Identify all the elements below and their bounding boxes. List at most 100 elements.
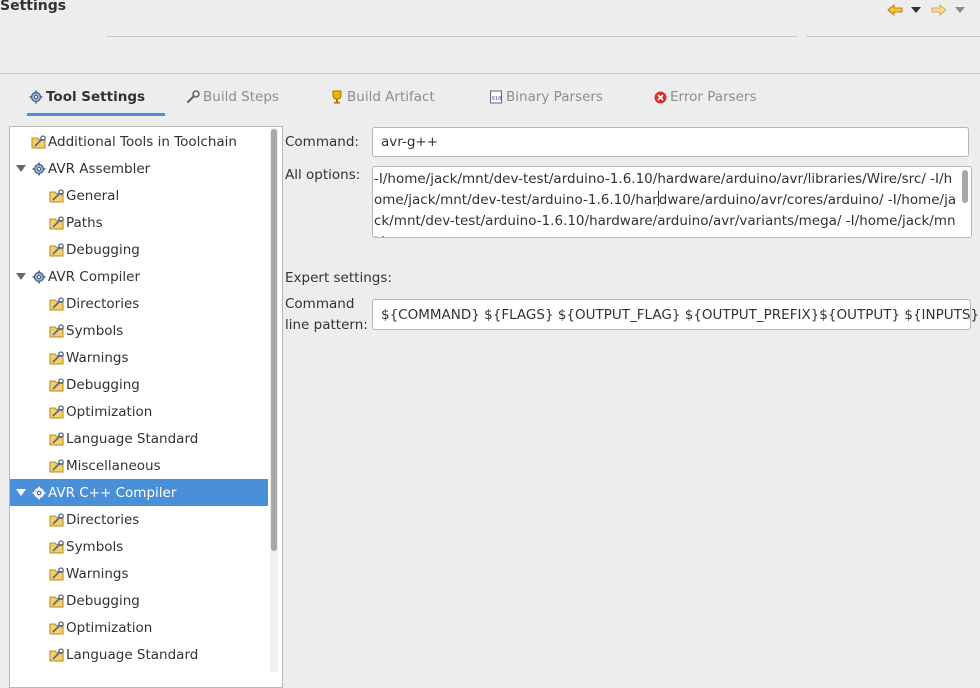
settings-tree[interactable]: Additional Tools in Toolchain AVR Assembl… bbox=[9, 126, 283, 688]
tree-item-label: Language Standard bbox=[66, 646, 199, 663]
tree-item-additional-tools-in-toolchain[interactable]: Additional Tools in Toolchain bbox=[10, 128, 268, 155]
tab-label: Binary Parsers bbox=[506, 89, 603, 105]
tree-item-label: Miscellaneous bbox=[66, 457, 161, 474]
settings-page-icon bbox=[31, 134, 47, 150]
settings-page-icon bbox=[49, 620, 65, 636]
settings-page-icon bbox=[49, 593, 65, 609]
tree-item-label: Debugging bbox=[66, 376, 140, 393]
tree-item-avr-c-compiler[interactable]: AVR C++ Compiler bbox=[10, 479, 268, 506]
separator bbox=[0, 73, 980, 74]
tree-item-general[interactable]: General bbox=[10, 182, 268, 209]
tree-item-label: Debugging bbox=[66, 592, 140, 609]
tree-item-optimization[interactable]: Optimization bbox=[10, 398, 268, 425]
settings-page-icon bbox=[49, 323, 65, 339]
tree-item-label: Additional Tools in Toolchain bbox=[48, 133, 237, 150]
tree-item-label: Warnings bbox=[66, 349, 129, 366]
expander-icon[interactable] bbox=[15, 271, 27, 283]
tree-item-label: Optimization bbox=[66, 403, 153, 420]
tree-item-language-standard[interactable]: Language Standard bbox=[10, 641, 268, 668]
tree-item-label: AVR Assembler bbox=[48, 160, 151, 177]
settings-page-icon bbox=[49, 431, 65, 447]
chevron-down-icon bbox=[911, 7, 921, 13]
tree-item-label: Debugging bbox=[66, 241, 140, 258]
command-line-pattern-label: Command bbox=[285, 296, 355, 312]
tree-item-optimization[interactable]: Optimization bbox=[10, 614, 268, 641]
tree-item-directories[interactable]: Directories bbox=[10, 506, 268, 533]
tree-item-label: AVR C++ Compiler bbox=[48, 484, 177, 501]
expert-settings-label: Expert settings: bbox=[285, 270, 392, 286]
tree-item-debugging[interactable]: Debugging bbox=[10, 236, 268, 263]
tree-item-label: Symbols bbox=[66, 322, 124, 339]
tree-item-warnings[interactable]: Warnings bbox=[10, 560, 268, 587]
all-options-scrollbar-thumb[interactable] bbox=[962, 170, 968, 203]
tree-item-label: Language Standard bbox=[66, 430, 199, 447]
tree-item-label: Directories bbox=[66, 295, 140, 312]
tab-label: Build Artifact bbox=[347, 89, 435, 105]
back-button[interactable] bbox=[886, 2, 904, 18]
tab-tool-settings[interactable]: Tool Settings bbox=[26, 78, 166, 116]
tab-build-steps[interactable]: Build Steps bbox=[186, 78, 279, 116]
command-value: avr-g++ bbox=[381, 134, 439, 150]
all-options-textarea[interactable]: -I/home/jack/mnt/dev-test/arduino-1.6.10… bbox=[372, 166, 972, 238]
back-history-dropdown[interactable] bbox=[909, 2, 923, 18]
tab-binary-parsers[interactable]: 010 Binary Parsers bbox=[489, 78, 603, 116]
arrow-right-icon bbox=[931, 4, 947, 16]
tree-scrollbar-thumb[interactable] bbox=[271, 129, 277, 551]
binary-file-icon: 010 bbox=[489, 90, 503, 104]
chevron-down-icon bbox=[955, 7, 965, 13]
command-input[interactable]: avr-g++ bbox=[372, 127, 969, 157]
tree-item-paths[interactable]: Paths bbox=[10, 209, 268, 236]
settings-page-icon bbox=[49, 377, 65, 393]
wrench-icon bbox=[186, 90, 200, 104]
gear-icon bbox=[29, 90, 43, 104]
gear-icon bbox=[31, 161, 47, 177]
tab-label: Error Parsers bbox=[670, 89, 757, 105]
settings-page-icon bbox=[49, 566, 65, 582]
tab-bar: Tool Settings Build Steps Build Artifact… bbox=[0, 78, 980, 116]
expander-icon[interactable] bbox=[15, 163, 27, 175]
error-icon bbox=[654, 91, 667, 104]
tab-build-artifact[interactable]: Build Artifact bbox=[330, 78, 435, 116]
window-title: Settings bbox=[0, 0, 67, 14]
tab-label: Tool Settings bbox=[46, 89, 146, 105]
settings-page-icon bbox=[49, 215, 65, 231]
all-options-label: All options: bbox=[285, 167, 361, 183]
separator bbox=[107, 36, 797, 37]
command-line-pattern-label-2: line pattern: bbox=[285, 317, 368, 333]
svg-text:010: 010 bbox=[492, 96, 502, 102]
tree-item-avr-assembler[interactable]: AVR Assembler bbox=[10, 155, 268, 182]
command-line-pattern-value: ${COMMAND} ${FLAGS} ${OUTPUT_FLAG} ${OUT… bbox=[381, 306, 980, 323]
tree-item-avr-compiler[interactable]: AVR Compiler bbox=[10, 263, 268, 290]
settings-page-icon bbox=[49, 242, 65, 258]
tree-item-directories[interactable]: Directories bbox=[10, 290, 268, 317]
tree-item-warnings[interactable]: Warnings bbox=[10, 344, 268, 371]
settings-page-icon bbox=[49, 350, 65, 366]
tree-item-debugging[interactable]: Debugging bbox=[10, 371, 268, 398]
settings-page-icon bbox=[49, 458, 65, 474]
gear-icon bbox=[31, 269, 47, 285]
tree-item-label: Paths bbox=[66, 214, 103, 231]
settings-page-icon bbox=[49, 539, 65, 555]
settings-page-icon bbox=[49, 296, 65, 312]
forward-history-dropdown[interactable] bbox=[953, 2, 967, 18]
tree-item-label: AVR Compiler bbox=[48, 268, 141, 285]
settings-page-icon bbox=[49, 512, 65, 528]
forward-button[interactable] bbox=[930, 2, 948, 18]
tree-item-language-standard[interactable]: Language Standard bbox=[10, 425, 268, 452]
tree-item-miscellaneous[interactable]: Miscellaneous bbox=[10, 452, 268, 479]
tree-item-label: Symbols bbox=[66, 538, 124, 555]
tab-error-parsers[interactable]: Error Parsers bbox=[654, 78, 756, 116]
command-label: Command: bbox=[285, 134, 359, 150]
expander-icon[interactable] bbox=[15, 487, 27, 499]
settings-page-icon bbox=[49, 188, 65, 204]
tree-item-label: Optimization bbox=[66, 619, 153, 636]
tree-item-symbols[interactable]: Symbols bbox=[10, 317, 268, 344]
tree-item-label: General bbox=[66, 187, 120, 204]
tree-item-label: Directories bbox=[66, 511, 140, 528]
tree-item-symbols[interactable]: Symbols bbox=[10, 533, 268, 560]
command-line-pattern-input[interactable]: ${COMMAND} ${FLAGS} ${OUTPUT_FLAG} ${OUT… bbox=[372, 299, 979, 330]
tree-item-debugging[interactable]: Debugging bbox=[10, 587, 268, 614]
trophy-icon bbox=[330, 90, 344, 104]
settings-page-icon bbox=[49, 404, 65, 420]
separator bbox=[806, 36, 980, 37]
